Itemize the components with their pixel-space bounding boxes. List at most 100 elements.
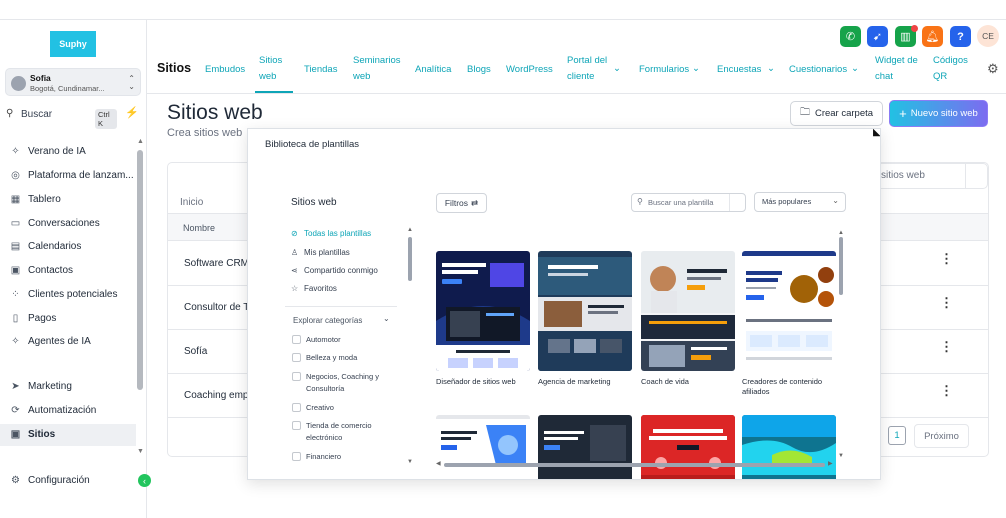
sidebar-scrollbar[interactable] [137, 150, 143, 390]
tab-cuestionarios[interactable]: Cuestionarios [789, 62, 847, 78]
table-row[interactable]: Sofía [184, 346, 207, 357]
explore-categories-label[interactable]: Explorar categorías [293, 316, 362, 325]
tab-widget-chat[interactable]: Widget de chat [875, 53, 921, 85]
help-button[interactable]: ? [950, 26, 971, 47]
bell-button[interactable]: 🔔︎ [922, 26, 943, 47]
category-checkbox[interactable]: Belleza y moda [292, 352, 357, 364]
templates-vertical-scrollbar[interactable] [839, 237, 843, 295]
category-checkbox[interactable]: Financiero [292, 451, 341, 463]
template-card[interactable] [436, 415, 530, 479]
location-switcher[interactable]: Sofia Bogotá, Cundinamar... ⌃ ⌄ [5, 68, 141, 96]
row-menu-icon[interactable]: ⋮ [940, 296, 953, 309]
create-folder-button[interactable]: 🗀 Crear carpeta [790, 101, 883, 126]
template-search-input[interactable]: ⚲ Buscar una plantilla [631, 193, 746, 212]
user-avatar[interactable]: CE [977, 25, 999, 47]
checkbox[interactable] [292, 403, 301, 412]
scroll-up-arrow-icon[interactable]: ▲ [838, 230, 844, 236]
filter-shared-with-me[interactable]: ⋖ Compartido conmigo [291, 266, 378, 275]
sidebar-item-label: Pagos [28, 312, 57, 324]
scroll-up-arrow-icon[interactable]: ▲ [137, 138, 144, 145]
tab-blogs[interactable]: Blogs [467, 62, 491, 78]
lightning-icon[interactable]: ⚡ [125, 106, 139, 119]
sidebar-item-ai-agents[interactable]: ✧ Agentes de IA [9, 332, 91, 350]
template-card[interactable] [742, 415, 836, 479]
filters-label: Filtros [444, 198, 468, 208]
tab-analitica[interactable]: Analítica [415, 62, 451, 78]
chevron-down-icon[interactable]: ⌄ [692, 61, 700, 77]
template-card[interactable] [641, 415, 735, 479]
filter-my-templates[interactable]: ♙ Mis plantillas [291, 248, 350, 257]
sidebar-item-sites[interactable]: ▣ Sitios [9, 425, 55, 443]
row-menu-icon[interactable]: ⋮ [940, 340, 953, 353]
table-row[interactable]: Software CRM [184, 258, 249, 269]
tab-encuestas[interactable]: Encuestas [717, 62, 761, 78]
tab-wordpress[interactable]: WordPress [506, 62, 553, 78]
sort-select[interactable]: Más populares ⌄ [754, 192, 846, 212]
row-menu-icon[interactable]: ⋮ [940, 384, 953, 397]
chevron-down-icon[interactable]: ⌄ [851, 61, 859, 77]
tab-tiendas[interactable]: Tiendas [304, 62, 337, 78]
tab-embudos[interactable]: Embudos [205, 62, 245, 78]
table-row[interactable]: Consultor de T [184, 302, 249, 313]
category-checkbox[interactable]: Creativo [292, 402, 334, 414]
sidebar-item-marketing[interactable]: ➤ Marketing [9, 377, 72, 395]
column-header-name[interactable]: Nombre [183, 223, 215, 233]
chevron-down-icon[interactable]: ⌄ [383, 314, 390, 323]
filter-favorites[interactable]: ☆ Favoritos [291, 284, 337, 293]
checkbox[interactable] [292, 353, 301, 362]
tab-seminarios-web[interactable]: Seminarios web [353, 53, 403, 85]
checkbox[interactable] [292, 372, 301, 381]
row-menu-icon[interactable]: ⋮ [940, 252, 953, 265]
close-icon[interactable]: ◣ [873, 129, 880, 138]
category-checkbox[interactable]: Negocios, Coaching y Consultoría [292, 371, 392, 395]
checkbox[interactable] [292, 452, 301, 461]
category-checkbox[interactable]: Automotor [292, 334, 341, 346]
websites-search-input[interactable]: sitios web [868, 163, 988, 189]
new-website-button[interactable]: + Nuevo sitio web [889, 100, 988, 127]
megaphone-button[interactable]: ➹ [867, 26, 888, 47]
scroll-left-arrow-icon[interactable]: ◀ [436, 460, 441, 467]
category-checkbox[interactable]: Tienda de comercio electrónico [292, 420, 392, 444]
collapse-sidebar-button[interactable]: ‹ [138, 474, 151, 487]
chevron-down-icon[interactable]: ⌄ [767, 61, 775, 77]
company-logo[interactable]: Suphy [50, 31, 96, 57]
categories-scrollbar[interactable] [408, 237, 412, 281]
sidebar-item-payments[interactable]: ▯ Pagos [9, 309, 57, 327]
settings-gear-icon[interactable]: ⚙ [987, 61, 999, 77]
scroll-up-arrow-icon[interactable]: ▲ [407, 227, 413, 233]
template-card[interactable]: Coach de vida [641, 251, 735, 387]
tab-codigos-qr[interactable]: Códigos QR [933, 53, 973, 85]
tab-sitios-web[interactable]: Sitios web [259, 53, 289, 85]
sidebar-search[interactable]: ⚲ Buscar Ctrl K [5, 107, 117, 129]
breadcrumb[interactable]: Inicio [180, 197, 203, 208]
scroll-down-arrow-icon[interactable]: ▼ [838, 453, 844, 459]
pagination-current[interactable]: 1 [888, 426, 906, 445]
scroll-down-arrow-icon[interactable]: ▼ [137, 448, 144, 455]
checkbox[interactable] [292, 335, 301, 344]
template-card[interactable] [538, 415, 632, 479]
checkbox[interactable] [292, 421, 301, 430]
template-card[interactable]: Diseñador de sitios web [436, 251, 530, 387]
sidebar-item-launchpad[interactable]: ◎ Plataforma de lanzam... [9, 166, 133, 184]
templates-horizontal-scrollbar[interactable] [444, 463, 825, 467]
chevron-down-icon[interactable]: ⌄ [613, 61, 621, 77]
phone-button[interactable]: ✆ [840, 26, 861, 47]
sidebar-item-automation[interactable]: ⟳ Automatización [9, 401, 96, 419]
sidebar-item-opportunities[interactable]: ⁘ Clientes potenciales [9, 285, 117, 303]
sidebar-item-dashboard[interactable]: ▦ Tablero [9, 190, 61, 208]
template-card[interactable]: Agencia de marketing [538, 251, 632, 387]
tab-formularios[interactable]: Formularios [639, 62, 689, 78]
tab-portal-cliente[interactable]: Portal del cliente [567, 53, 613, 85]
sidebar-item-calendars[interactable]: ▤ Calendarios [9, 237, 82, 255]
sidebar-item-verano-ia[interactable]: ✧ Verano de IA [9, 142, 86, 160]
scroll-down-arrow-icon[interactable]: ▼ [407, 459, 413, 465]
sidebar-item-settings[interactable]: ⚙ Configuración [9, 471, 90, 489]
scroll-right-arrow-icon[interactable]: ▶ [828, 460, 833, 467]
sidebar-item-contacts[interactable]: ▣ Contactos [9, 261, 73, 279]
filters-button[interactable]: Filtros ⇄ [436, 193, 487, 213]
filter-all-templates[interactable]: ⊘ Todas las plantillas [291, 229, 371, 238]
table-row[interactable]: Coaching emp [184, 390, 248, 401]
template-card[interactable]: Creadores de contenido afiliados [742, 251, 836, 397]
sidebar-item-conversations[interactable]: ▭ Conversaciones [9, 214, 100, 232]
pagination-next-button[interactable]: Próximo [914, 424, 969, 448]
